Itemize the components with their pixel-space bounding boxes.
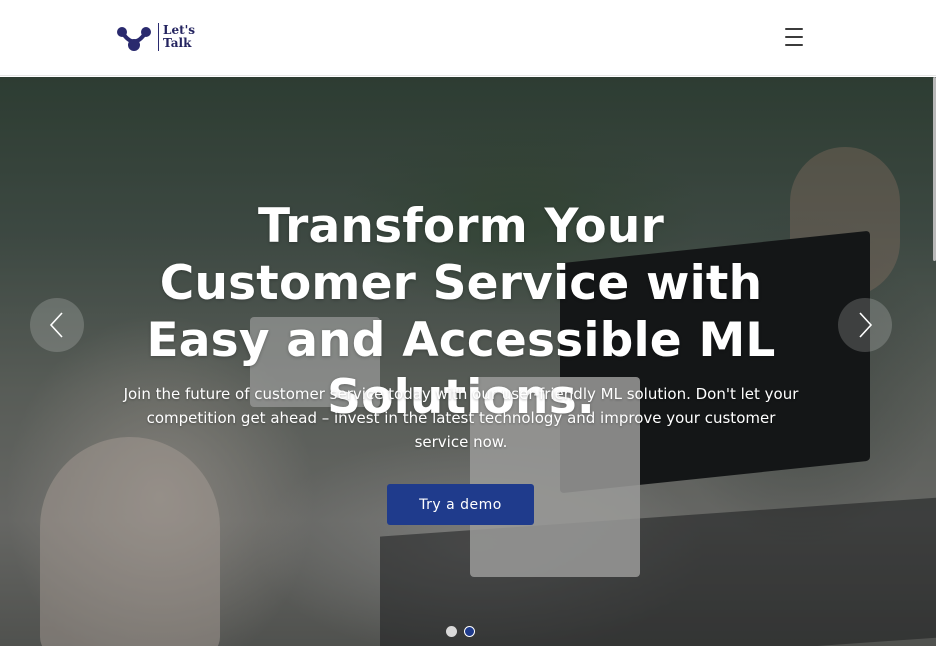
logo-line-2: Talk <box>163 36 192 50</box>
chevron-left-icon <box>49 312 63 338</box>
try-demo-button[interactable]: Try a demo <box>387 484 534 525</box>
carousel-indicators <box>446 626 475 637</box>
menu-bar <box>785 36 803 38</box>
carousel-next-button[interactable] <box>838 298 892 352</box>
hero-content: Transform Your Customer Service with Eas… <box>0 77 936 646</box>
menu-bar <box>785 28 803 30</box>
carousel-dot-1[interactable] <box>446 626 457 637</box>
logo-divider <box>158 23 159 51</box>
chevron-right-icon <box>859 312 873 338</box>
hero-carousel: Transform Your Customer Service with Eas… <box>0 77 936 646</box>
connected-nodes-logo-icon <box>117 27 151 51</box>
menu-bar <box>785 44 803 46</box>
carousel-prev-button[interactable] <box>30 298 84 352</box>
brand-logo[interactable]: Let's Talk <box>116 21 195 53</box>
hero-subtext: Join the future of customer service toda… <box>123 385 799 451</box>
hamburger-menu-icon[interactable] <box>780 24 808 50</box>
navbar: Let's Talk <box>0 0 936 76</box>
carousel-dot-2[interactable] <box>464 626 475 637</box>
logo-wordmark: Let's Talk <box>163 24 195 50</box>
